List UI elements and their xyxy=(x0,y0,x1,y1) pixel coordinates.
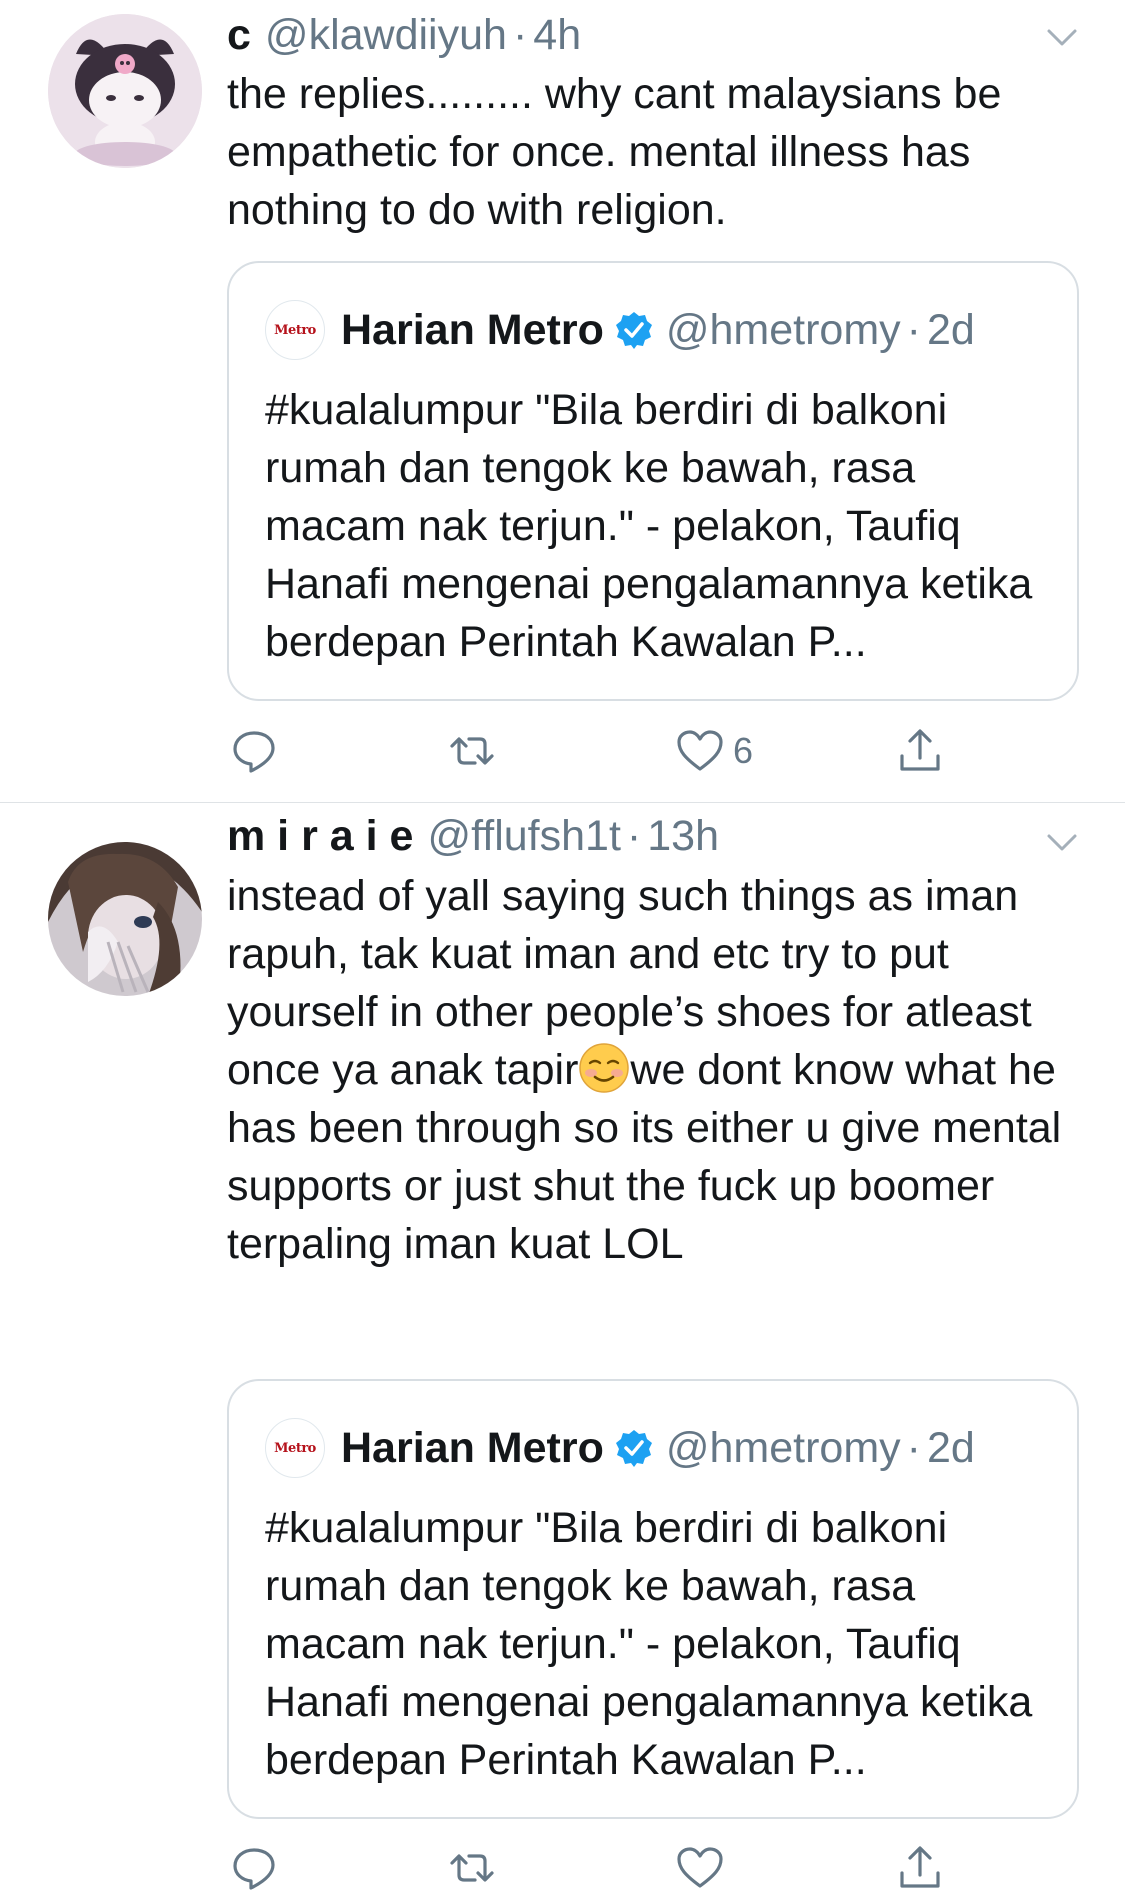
tweet-text: the replies......... why cant malaysians… xyxy=(227,70,1014,234)
timestamp[interactable]: 13h xyxy=(647,812,719,861)
smiling-face-emoji-icon xyxy=(579,1043,630,1093)
heart-icon xyxy=(677,730,723,771)
quoted-tweet-text: #kualalumpur "Bila berdiri di balkoni ru… xyxy=(265,386,1045,666)
like-button[interactable] xyxy=(675,1838,733,1898)
separator: · xyxy=(626,811,642,860)
share-button[interactable] xyxy=(895,1838,945,1898)
timestamp[interactable]: 4h xyxy=(533,11,581,60)
like-button[interactable]: 6 xyxy=(675,721,753,781)
user-handle[interactable]: @fflufsh1t xyxy=(427,812,620,861)
share-button[interactable] xyxy=(895,721,945,781)
reply-icon xyxy=(233,731,275,773)
display-name[interactable]: c xyxy=(227,11,251,60)
tweet[interactable]: c @klawdiiyuh · 4h the replies......... … xyxy=(0,0,1125,802)
tweet-header: m i r a i e @fflufsh1t · 13h xyxy=(227,811,719,861)
retweet-button[interactable] xyxy=(447,1838,505,1898)
anime-girl-avatar-icon xyxy=(48,842,202,996)
quoted-tweet-header: Metro Harian Metro @hmetromy · 2d xyxy=(265,1417,975,1479)
avatar[interactable] xyxy=(48,842,202,996)
chevron-down-icon[interactable] xyxy=(1045,825,1079,859)
quoted-timestamp: 2d xyxy=(926,1423,975,1472)
tweet-header: c @klawdiiyuh · 4h xyxy=(227,10,581,60)
separator: · xyxy=(906,305,921,354)
reply-icon xyxy=(233,1848,275,1890)
retweet-icon xyxy=(450,737,494,765)
harian-metro-logo-icon: Metro xyxy=(265,300,325,360)
tweet[interactable]: m i r a i e @fflufsh1t · 13h instead of … xyxy=(0,803,1125,1895)
reply-button[interactable] xyxy=(229,721,287,781)
quoted-timestamp: 2d xyxy=(926,305,975,354)
separator: · xyxy=(512,10,528,59)
retweet-icon xyxy=(450,1854,494,1882)
quoted-tweet-text: #kualalumpur "Bila berdiri di balkoni ru… xyxy=(265,1504,1045,1784)
reply-button[interactable] xyxy=(229,1838,287,1898)
quoted-user-handle: @hmetromy xyxy=(665,1423,901,1472)
chevron-down-icon[interactable] xyxy=(1045,20,1079,54)
avatar[interactable] xyxy=(48,14,202,168)
tweet-actions: 6 xyxy=(227,721,1077,781)
verified-badge-icon xyxy=(615,312,652,349)
heart-icon xyxy=(677,1847,723,1888)
harian-metro-logo-icon: Metro xyxy=(265,1418,325,1478)
quoted-tweet[interactable]: Metro Harian Metro @hmetromy · 2d #kuala… xyxy=(227,1379,1079,1819)
like-count: 6 xyxy=(733,730,754,771)
user-handle[interactable]: @klawdiiyuh xyxy=(265,11,507,60)
quoted-tweet-header: Metro Harian Metro @hmetromy · 2d xyxy=(265,299,975,361)
tweet-text: instead of yall saying such things as im… xyxy=(227,872,1074,1268)
tweet-actions xyxy=(227,1838,1077,1898)
share-icon xyxy=(900,1846,940,1888)
retweet-button[interactable] xyxy=(447,721,505,781)
quoted-tweet[interactable]: Metro Harian Metro @hmetromy · 2d #kuala… xyxy=(227,261,1079,701)
quoted-display-name: Harian Metro xyxy=(341,1423,604,1472)
kuromi-avatar-icon xyxy=(48,14,202,168)
verified-badge-icon xyxy=(615,1430,652,1467)
quoted-user-handle: @hmetromy xyxy=(665,305,901,354)
quoted-display-name: Harian Metro xyxy=(341,305,604,354)
separator: · xyxy=(906,1423,921,1472)
display-name[interactable]: m i r a i e xyxy=(227,812,413,861)
share-icon xyxy=(900,729,940,771)
